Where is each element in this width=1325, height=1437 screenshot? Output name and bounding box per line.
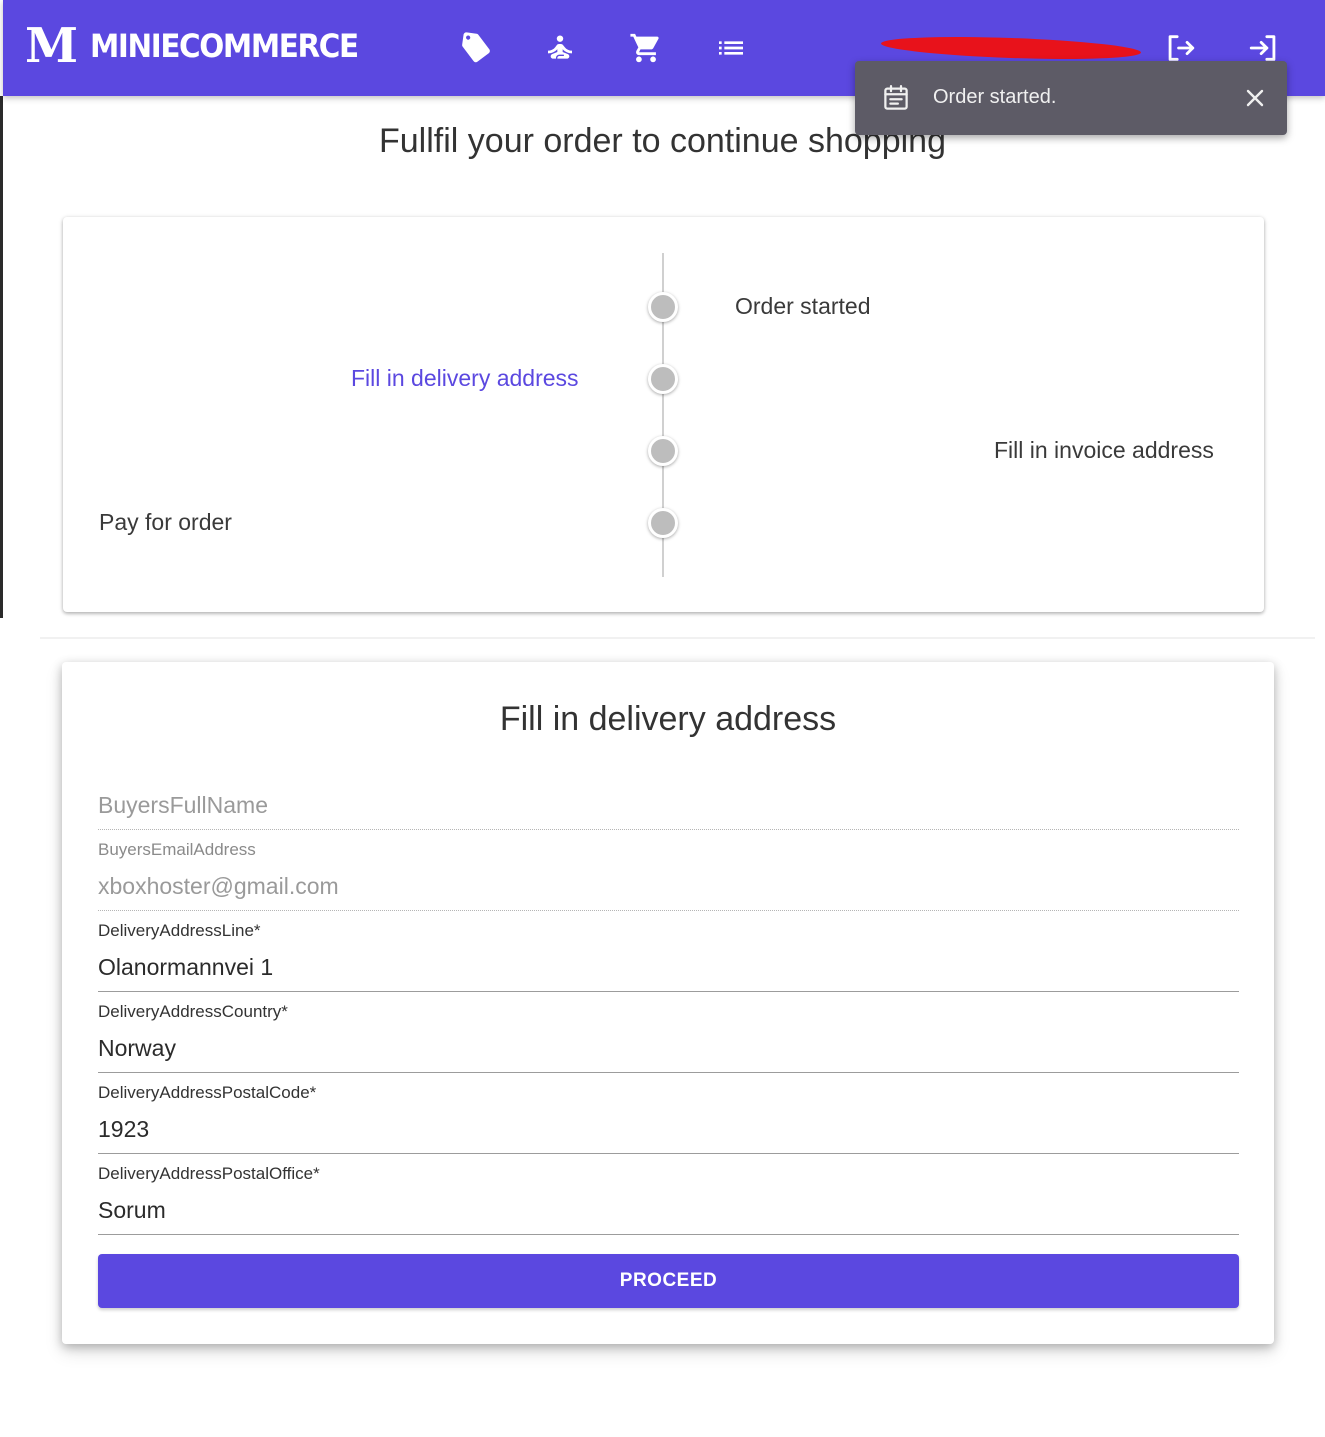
- buyers-email-value: xboxhoster@gmail.com: [98, 873, 339, 899]
- timeline-dot-pay-for-order: [648, 508, 678, 538]
- timeline-dot-delivery-address: [648, 364, 678, 394]
- delivery-address-postal-office-input[interactable]: Sorum: [98, 1197, 166, 1224]
- field-underline: [98, 1072, 1239, 1073]
- section-divider: [40, 637, 1315, 639]
- delivery-address-line-input[interactable]: Olanormannvei 1: [98, 954, 273, 981]
- field-underline: [98, 829, 1239, 830]
- field-underline: [98, 1153, 1239, 1154]
- timeline-step-delivery-address: Fill in delivery address: [351, 365, 579, 391]
- buyers-email-field: BuyersEmailAddress xboxhoster@gmail.com: [98, 840, 1239, 912]
- close-icon[interactable]: [1243, 86, 1267, 110]
- delivery-address-line-field[interactable]: DeliveryAddressLine* Olanormannvei 1: [98, 921, 1239, 993]
- field-underline: [98, 910, 1239, 911]
- proceed-button[interactable]: PROCEED: [98, 1254, 1239, 1308]
- buyers-full-name-field[interactable]: BuyersFullName: [98, 790, 1239, 832]
- delivery-address-postal-code-label: DeliveryAddressPostalCode*: [98, 1083, 317, 1102]
- shopping-cart-icon[interactable]: [626, 26, 666, 70]
- delivery-address-line-label: DeliveryAddressLine*: [98, 921, 261, 940]
- field-underline: [98, 991, 1239, 992]
- form-title: Fill in delivery address: [499, 700, 837, 738]
- delivery-address-postal-code-field[interactable]: DeliveryAddressPostalCode* 1923: [98, 1083, 1239, 1155]
- calendar-icon: [881, 82, 911, 118]
- window-edge: [0, 96, 3, 618]
- timeline-step-order-started: Order started: [735, 293, 871, 319]
- timeline-dot-invoice-address: [648, 436, 678, 466]
- delivery-address-postal-office-field[interactable]: DeliveryAddressPostalOffice* Sorum: [98, 1164, 1239, 1236]
- timeline-dot-order-started: [648, 292, 678, 322]
- delivery-address-postal-office-label: DeliveryAddressPostalOffice*: [98, 1164, 320, 1183]
- delivery-address-country-input[interactable]: Norway: [98, 1035, 176, 1062]
- timeline-step-pay-for-order: Pay for order: [99, 509, 232, 535]
- brand[interactable]: M MINIECOMMERCE: [25, 22, 381, 70]
- delivery-address-postal-code-input[interactable]: 1923: [98, 1116, 149, 1143]
- delivery-address-country-field[interactable]: DeliveryAddressCountry* Norway: [98, 1002, 1239, 1074]
- snackbar: Order started.: [855, 61, 1287, 135]
- brand-name: MINIECOMMERCE: [90, 27, 359, 65]
- yoga-icon[interactable]: [540, 26, 580, 70]
- tag-icon[interactable]: [456, 26, 496, 70]
- snackbar-message: Order started.: [933, 86, 1057, 108]
- buyers-full-name-placeholder: BuyersFullName: [98, 792, 268, 818]
- field-underline: [98, 1234, 1239, 1235]
- brand-logo: M: [25, 18, 78, 74]
- timeline-step-invoice-address: Fill in invoice address: [994, 437, 1214, 463]
- list-icon[interactable]: [711, 26, 751, 70]
- buyers-email-label: BuyersEmailAddress: [98, 840, 256, 859]
- delivery-address-country-label: DeliveryAddressCountry*: [98, 1002, 288, 1021]
- redacted-username: [880, 33, 1142, 63]
